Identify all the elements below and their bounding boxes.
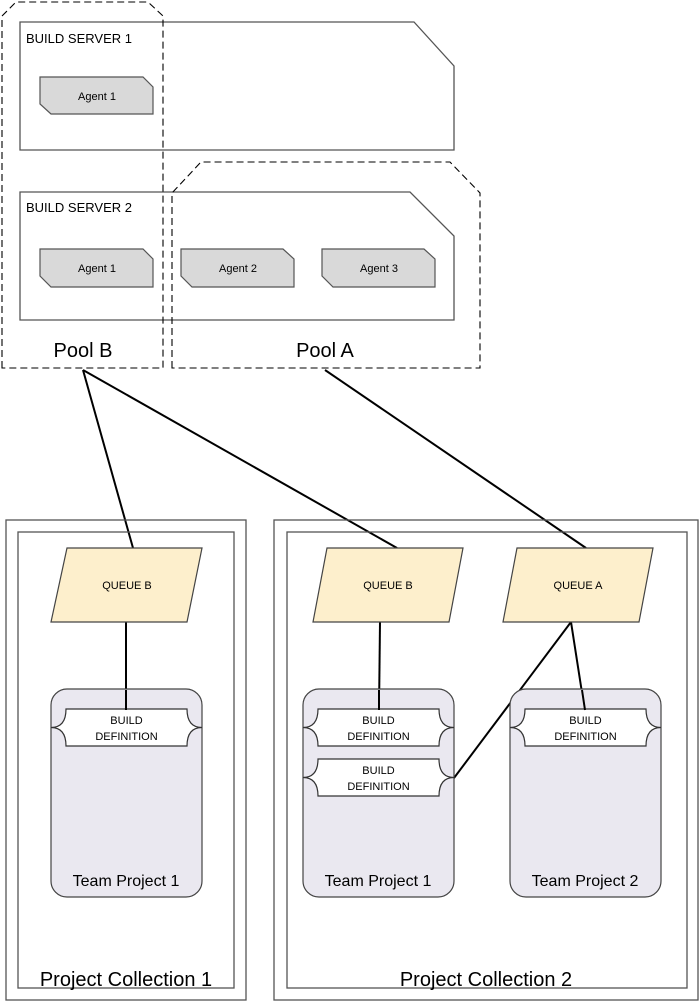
diagram-canvas: BUILD SERVER 1 Agent 1 BUILD SERVER 2 Ag…: [1, 1, 699, 1001]
team-project-label: Team Project 2: [532, 873, 639, 890]
connector-poolb-queueb1: [82, 369, 134, 549]
team-project-label: Team Project 1: [73, 873, 180, 890]
build-definition: BUILD DEFINITION: [302, 758, 455, 797]
connector-poola-queuea: [324, 369, 587, 549]
agent-label: Agent 1: [78, 91, 116, 103]
definition-label-line2: DEFINITION: [95, 731, 157, 743]
definition-label-line1: BUILD: [110, 715, 142, 727]
definition-label-line1: BUILD: [362, 715, 394, 727]
build-definition: BUILD DEFINITION: [509, 708, 662, 747]
definition-label-line2: DEFINITION: [347, 781, 409, 793]
queue-label: QUEUE A: [554, 580, 604, 592]
definition-label-line1: BUILD: [569, 715, 601, 727]
build-server-2: BUILD SERVER 2 Agent 1 Agent 2 Agent 3: [19, 191, 455, 321]
agent-box: Agent 1: [39, 248, 154, 288]
agent-label: Agent 2: [219, 263, 257, 275]
definition-label-line2: DEFINITION: [554, 731, 616, 743]
build-server-1: BUILD SERVER 1 Agent 1: [19, 21, 455, 151]
agent-box: Agent 1: [39, 76, 154, 115]
team-project-label: Team Project 1: [325, 873, 432, 890]
agent-box: Agent 3: [321, 248, 436, 288]
collection-2-label: Project Collection 2: [400, 969, 572, 991]
agent-label: Agent 1: [78, 263, 116, 275]
connector-poolb-queueb2: [82, 369, 398, 549]
build-server-1-label: BUILD SERVER 1: [26, 31, 132, 46]
pool-a-label: Pool A: [296, 340, 354, 362]
collection-1-label: Project Collection 1: [40, 969, 212, 991]
queue-b-collection-1: QUEUE B: [50, 547, 203, 623]
pool-b-label: Pool B: [54, 340, 113, 362]
agent-label: Agent 3: [360, 263, 398, 275]
definition-label-line1: BUILD: [362, 765, 394, 777]
queue-label: QUEUE B: [102, 580, 152, 592]
queue-b-collection-2: QUEUE B: [312, 547, 464, 623]
agent-box: Agent 2: [180, 248, 295, 288]
queue-label: QUEUE B: [363, 580, 413, 592]
definition-label-line2: DEFINITION: [347, 731, 409, 743]
build-definition: BUILD DEFINITION: [302, 708, 455, 747]
build-definition: BUILD DEFINITION: [50, 708, 203, 747]
queue-a-collection-2: QUEUE A: [502, 547, 654, 623]
build-server-2-label: BUILD SERVER 2: [26, 200, 132, 215]
